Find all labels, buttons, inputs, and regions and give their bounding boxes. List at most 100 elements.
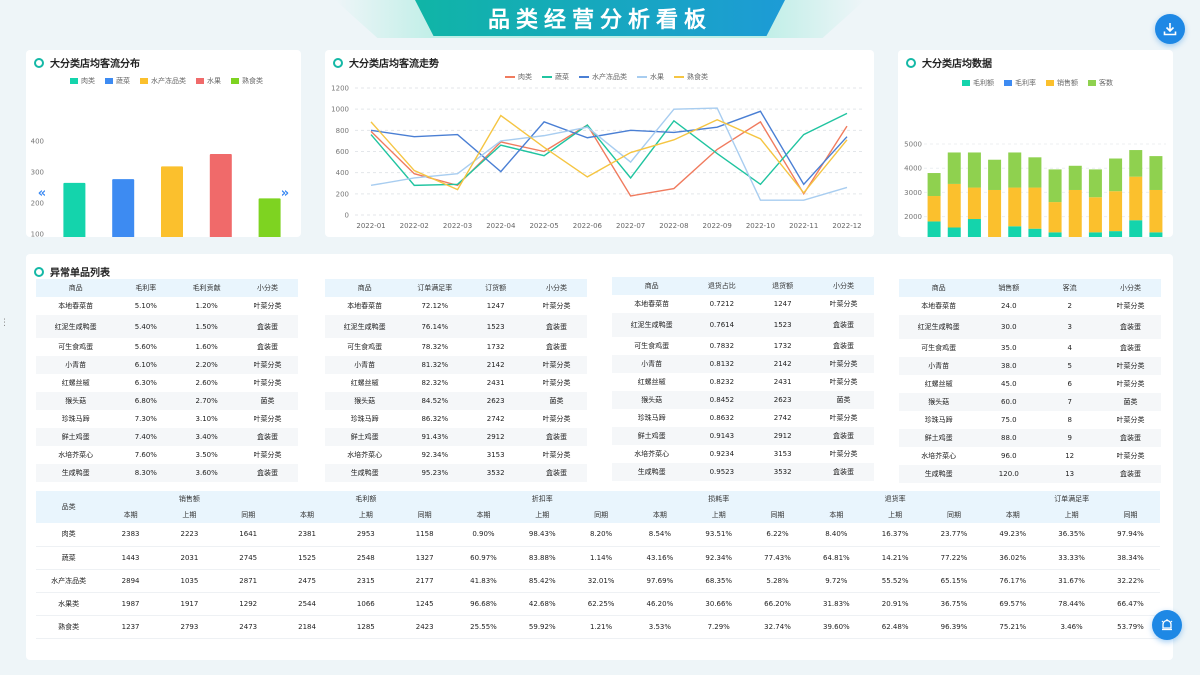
table-row[interactable]: 红泥生咸鸭蛋 0.7614 1523 盒装蛋 [612, 313, 874, 337]
column-subheader[interactable]: 本期 [806, 507, 866, 523]
table-row[interactable]: 生咸鸭蛋 95.23% 3532 盒装蛋 [325, 464, 587, 482]
column-subheader[interactable]: 同期 [748, 507, 807, 523]
table-row[interactable]: 水培芥菜心 0.9234 3153 叶菜分类 [612, 445, 874, 463]
table-row[interactable]: 红泥生咸鸭蛋 76.14% 1523 盒装蛋 [325, 315, 587, 338]
column-group-header[interactable]: 销售额 [101, 491, 278, 507]
column-subheader[interactable]: 同期 [1101, 507, 1160, 523]
table-cell: 41.83% [470, 576, 497, 585]
download-button[interactable] [1155, 14, 1185, 44]
table-cell: 8.40% [825, 530, 848, 539]
column-subheader[interactable]: 同期 [395, 507, 455, 523]
column-subheader[interactable]: 同期 [571, 507, 631, 523]
column-header[interactable]: 毛利率 [115, 279, 177, 297]
table-row[interactable]: 水培芥菜心 92.34% 3153 叶菜分类 [325, 446, 587, 464]
table-cell: 珍珠马蹄 [350, 415, 379, 423]
table-row[interactable]: 水培芥菜心 96.0 12 叶菜分类 [899, 447, 1161, 465]
table-row[interactable]: 红泥生咸鸭蛋 5.40% 1.50% 盒装蛋 [36, 315, 298, 338]
alert-button[interactable] [1152, 610, 1182, 640]
table-row[interactable]: 猴头菇 60.0 7 菌类 [899, 393, 1161, 411]
table-row[interactable]: 小青苗 6.10% 2.20% 叶菜分类 [36, 356, 298, 374]
column-header[interactable]: 销售额 [978, 279, 1040, 297]
side-handle-icon[interactable]: ⋮ [0, 318, 9, 328]
table-row[interactable]: 猴头菇 84.52% 2623 菌类 [325, 392, 587, 410]
column-header[interactable]: 订货额 [465, 279, 527, 297]
column-header[interactable]: 品类 [36, 491, 102, 523]
x-tick-label: 2022-05 [529, 222, 558, 230]
column-header[interactable]: 商品 [612, 277, 692, 295]
table-row[interactable]: 本地春菜苗 5.10% 1.20% 叶菜分类 [36, 297, 298, 315]
table-row[interactable]: 可生食鸡蛋 0.7832 1732 盒装蛋 [612, 337, 874, 355]
table-row[interactable]: 红螺丝椒 45.0 6 叶菜分类 [899, 375, 1161, 393]
column-header[interactable]: 商品 [325, 279, 405, 297]
table-row[interactable]: 可生食鸡蛋 35.0 4 盒装蛋 [899, 339, 1161, 357]
table-row[interactable]: 生咸鸭蛋 8.30% 3.60% 盒装蛋 [36, 464, 298, 482]
table-row[interactable]: 小青苗 0.8132 2142 叶菜分类 [612, 355, 874, 373]
column-group-header[interactable]: 折扣率 [454, 491, 631, 507]
table-row[interactable]: 红泥生咸鸭蛋 30.0 3 盒装蛋 [899, 315, 1161, 339]
column-subheader[interactable]: 上期 [512, 507, 572, 523]
table-row[interactable]: 鲜土鸡蛋 0.9143 2912 盒装蛋 [612, 427, 874, 445]
column-subheader[interactable]: 上期 [865, 507, 925, 523]
column-header[interactable]: 退货额 [752, 277, 814, 295]
table-row[interactable]: 水产冻品类 2894 1035 2871 2475 2315 2177 41.83% 85.42… [36, 569, 1160, 592]
column-subheader[interactable]: 本期 [454, 507, 513, 523]
table-row[interactable]: 本地春菜苗 0.7212 1247 叶菜分类 [612, 295, 874, 313]
table-row[interactable]: 小青苗 38.0 5 叶菜分类 [899, 357, 1161, 375]
table-row[interactable]: 鲜土鸡蛋 7.40% 3.40% 盒装蛋 [36, 428, 298, 446]
column-subheader[interactable]: 同期 [924, 507, 984, 523]
column-header[interactable]: 客流 [1039, 279, 1101, 297]
table-row[interactable]: 小青苗 81.32% 2142 叶菜分类 [325, 356, 587, 374]
column-subheader[interactable]: 本期 [277, 507, 337, 523]
table-cell: 1.50% [176, 315, 238, 338]
table-row[interactable]: 珍珠马蹄 86.32% 2742 叶菜分类 [325, 410, 587, 428]
column-subheader[interactable]: 上期 [689, 507, 749, 523]
column-header[interactable]: 毛利贡献 [176, 279, 238, 297]
column-header[interactable]: 小分类 [526, 279, 587, 297]
table-row[interactable]: 红螺丝椒 6.30% 2.60% 叶菜分类 [36, 374, 298, 392]
column-subheader[interactable]: 上期 [1042, 507, 1101, 523]
table-row[interactable]: 水果类 1987 1917 1292 2544 1066 1245 96.68% 42.68% 6… [36, 592, 1160, 615]
table-row[interactable]: 猴头菇 6.80% 2.70% 菌类 [36, 392, 298, 410]
column-subheader[interactable]: 本期 [983, 507, 1043, 523]
column-header[interactable]: 商品 [36, 279, 116, 297]
column-subheader[interactable]: 同期 [218, 507, 278, 523]
table-row[interactable]: 生咸鸭蛋 0.9523 3532 盒装蛋 [612, 463, 874, 481]
table-row[interactable]: 本地春菜苗 24.0 2 叶菜分类 [899, 297, 1161, 315]
column-header[interactable]: 商品 [899, 279, 979, 297]
column-header[interactable]: 小分类 [813, 277, 874, 295]
table-row[interactable]: 珍珠马蹄 7.30% 3.10% 叶菜分类 [36, 410, 298, 428]
column-subheader[interactable]: 上期 [336, 507, 396, 523]
table-row[interactable]: 生咸鸭蛋 120.0 13 盒装蛋 [899, 465, 1161, 483]
table-row[interactable]: 珍珠马蹄 75.0 8 叶菜分类 [899, 411, 1161, 429]
table-row[interactable]: 鲜土鸡蛋 91.43% 2912 盒装蛋 [325, 428, 587, 446]
column-subheader[interactable]: 本期 [630, 507, 690, 523]
table-cell: 2745 [239, 553, 258, 562]
table-row[interactable]: 本地春菜苗 72.12% 1247 叶菜分类 [325, 297, 587, 315]
table-row[interactable]: 猴头菇 0.8452 2623 菌类 [612, 391, 874, 409]
table-row[interactable]: 可生食鸡蛋 78.32% 1732 盒装蛋 [325, 338, 587, 356]
column-subheader[interactable]: 上期 [160, 507, 219, 523]
table-row[interactable]: 肉类 2383 2223 1641 2381 2953 1158 0.90% 98.43% 8.2… [36, 523, 1160, 546]
table-row[interactable]: 熟食类 1237 2793 2473 2184 1285 2423 25.55% 59.92% 1… [36, 615, 1160, 638]
chevron-right-icon[interactable]: » [281, 186, 289, 201]
table-row[interactable]: 鲜土鸡蛋 88.0 9 盒装蛋 [899, 429, 1161, 447]
category-summary-table: 品类 销售额 毛利额 折扣率 损耗率 退货率 订单满足率 本期 上期 同期 本期 上期 同期 本期 上期 同期… [36, 491, 1160, 639]
column-subheader[interactable]: 本期 [101, 507, 160, 523]
table-row[interactable]: 蔬菜 1443 2031 2745 1525 2548 1327 60.97% 83.88% 1.… [36, 546, 1160, 569]
table-row[interactable]: 水培芥菜心 7.60% 3.50% 叶菜分类 [36, 446, 298, 464]
table-cell: 38.34% [1117, 553, 1144, 562]
series-line [370, 107, 848, 201]
column-header[interactable]: 订单满足率 [404, 279, 466, 297]
column-group-header[interactable]: 毛利额 [277, 491, 455, 507]
table-row[interactable]: 珍珠马蹄 0.8632 2742 叶菜分类 [612, 409, 874, 427]
column-group-header[interactable]: 退货率 [806, 491, 984, 507]
column-header[interactable]: 退货占比 [691, 277, 753, 295]
column-group-header[interactable]: 损耗率 [630, 491, 807, 507]
column-header[interactable]: 小分类 [237, 279, 298, 297]
column-header[interactable]: 小分类 [1100, 279, 1161, 297]
table-row[interactable]: 红螺丝椒 0.8232 2431 叶菜分类 [612, 373, 874, 391]
column-group-header[interactable]: 订单满足率 [983, 491, 1160, 507]
table-row[interactable]: 可生食鸡蛋 5.60% 1.60% 盒装蛋 [36, 338, 298, 356]
chevron-left-icon[interactable]: « [38, 186, 46, 201]
table-row[interactable]: 红螺丝椒 82.32% 2431 叶菜分类 [325, 374, 587, 392]
